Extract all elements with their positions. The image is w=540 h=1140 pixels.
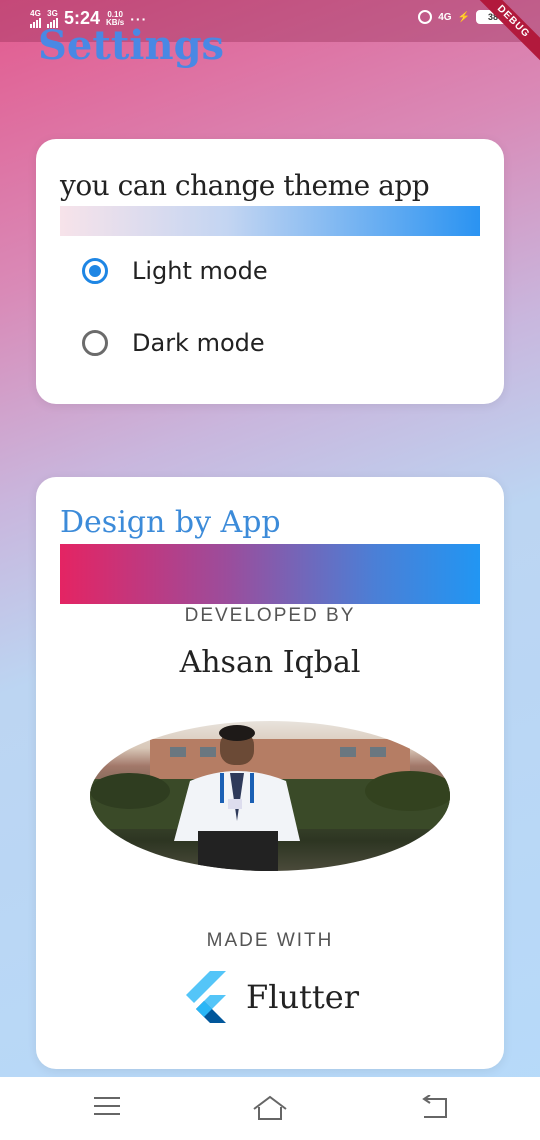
developer-photo [90,721,450,871]
network-type-1: 4G [30,9,41,18]
design-heading: Design by App [60,505,281,540]
light-mode-label: Light mode [132,257,268,285]
light-mode-option[interactable]: Light mode [82,257,268,285]
home-icon[interactable] [252,1095,288,1125]
developer-name: Ahsan Iqbal [179,645,361,680]
developed-by-label: DEVELOPED BY [184,605,356,626]
charging-icon: ⚡ [457,11,470,23]
theme-gradient-bar [60,206,480,236]
framework-name: Flutter [246,978,359,1016]
dark-mode-option[interactable]: Dark mode [82,329,265,357]
dark-mode-label: Dark mode [132,329,265,357]
alarm-icon [418,10,433,24]
flutter-logo-icon [186,971,226,1023]
theme-card: you can change theme app Light mode Dark… [36,139,504,404]
page-title: Settings [38,22,225,69]
theme-heading: you can change theme app [60,169,430,202]
flutter-credit: Flutter [182,971,359,1023]
menu-icon[interactable] [94,1095,120,1121]
about-card: Design by App DEVELOPED BY Ahsan Iqbal M [36,477,504,1069]
design-gradient-bar [60,544,480,604]
back-icon[interactable] [420,1094,448,1123]
network-type-2: 3G [47,9,58,18]
system-nav-bar [0,1077,540,1140]
developer-photo-illustration [90,725,450,871]
radio-unselected-icon[interactable] [82,330,108,356]
network-type-right: 4G [438,11,452,23]
radio-selected-icon[interactable] [82,258,108,284]
made-with-label: MADE WITH [206,930,334,951]
